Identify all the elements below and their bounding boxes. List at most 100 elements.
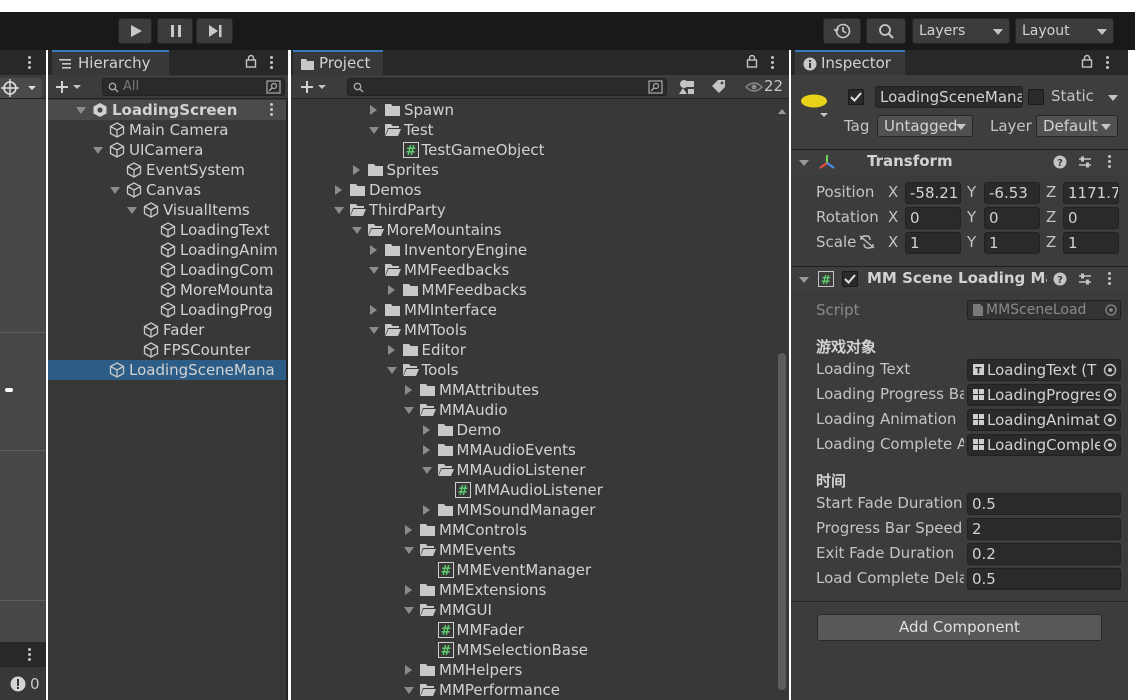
collapse-arrow-icon[interactable]: [404, 407, 414, 414]
hierarchy-row[interactable]: VisualItems: [48, 200, 288, 220]
filter-by-type-icon[interactable]: [679, 79, 695, 95]
object-picker-icon[interactable]: [1100, 435, 1120, 455]
hierarchy-row[interactable]: Canvas: [48, 180, 288, 200]
project-search-input[interactable]: [347, 78, 667, 96]
hierarchy-row[interactable]: LoadingScreen: [48, 100, 288, 120]
reference-field[interactable]: LoadingProgres: [967, 384, 1121, 406]
expand-arrow-icon[interactable]: [422, 425, 430, 435]
collapse-arrow-icon[interactable]: [404, 687, 414, 694]
project-folder-row[interactable]: MMAudio: [291, 400, 775, 420]
step-button[interactable]: [196, 18, 233, 44]
collapse-arrow-icon[interactable]: [351, 227, 362, 234]
create-button[interactable]: [54, 78, 90, 96]
reference-field[interactable]: LoadingComple: [967, 434, 1121, 456]
collapse-arrow-icon[interactable]: [369, 327, 379, 334]
project-folder-row[interactable]: MMAudioListener: [291, 460, 775, 480]
reference-field[interactable]: LoadingAnimat: [967, 409, 1121, 431]
play-button[interactable]: [118, 18, 152, 44]
expand-arrow-icon[interactable]: [405, 525, 412, 535]
project-folder-row[interactable]: Editor: [291, 340, 775, 360]
presets-icon[interactable]: [1078, 155, 1092, 169]
project-folder-row[interactable]: MMInterface: [291, 300, 775, 320]
project-folder-row[interactable]: MMFeedbacks: [291, 280, 775, 300]
chevron-down-icon[interactable]: [1107, 93, 1119, 103]
tab-project[interactable]: Project: [293, 50, 383, 75]
project-folder-row[interactable]: MMSoundManager: [291, 500, 775, 520]
expand-arrow-icon[interactable]: [370, 305, 377, 315]
object-picker-icon[interactable]: [1100, 385, 1120, 405]
more-options-icon[interactable]: [28, 56, 32, 71]
object-icon-picker[interactable]: [800, 93, 830, 117]
object-picker-icon[interactable]: [1100, 410, 1120, 430]
label-tag-icon[interactable]: [711, 79, 727, 95]
lock-icon[interactable]: [746, 54, 758, 68]
more-options-icon[interactable]: [270, 103, 274, 118]
scale-x-field[interactable]: 1: [905, 232, 961, 254]
hierarchy-row[interactable]: EventSystem: [48, 160, 288, 180]
project-script-row[interactable]: # MMSelectionBase: [291, 640, 775, 660]
project-folder-row[interactable]: InventoryEngine: [291, 240, 775, 260]
more-options-icon[interactable]: [1108, 272, 1112, 287]
create-button[interactable]: [299, 78, 335, 96]
scale-y-field[interactable]: 1: [984, 232, 1040, 254]
scene-search-icon[interactable]: [266, 80, 282, 94]
pause-button[interactable]: [157, 18, 193, 44]
component-enabled-checkbox[interactable]: [842, 271, 858, 287]
expand-arrow-icon[interactable]: [352, 165, 360, 175]
active-checkbox[interactable]: [848, 89, 864, 105]
project-folder-row[interactable]: MMAttributes: [291, 380, 775, 400]
project-folder-row[interactable]: MMEvents: [291, 540, 775, 560]
project-folder-row[interactable]: MMHelpers: [291, 660, 775, 680]
expand-arrow-icon[interactable]: [127, 207, 137, 214]
project-folder-row[interactable]: MMAudioEvents: [291, 440, 775, 460]
help-icon[interactable]: ?: [1053, 272, 1067, 286]
expand-arrow-icon[interactable]: [405, 665, 412, 675]
position-y-field[interactable]: -6.53: [984, 182, 1040, 204]
collapse-arrow-icon[interactable]: [334, 207, 344, 214]
expand-arrow-icon[interactable]: [422, 505, 430, 515]
collapse-arrow-icon[interactable]: [404, 547, 414, 554]
project-folder-row[interactable]: Spawn: [291, 100, 775, 120]
hierarchy-search-input[interactable]: All: [102, 78, 285, 96]
expand-arrow-icon[interactable]: [387, 345, 395, 355]
hierarchy-row[interactable]: LoadingCom: [48, 260, 288, 280]
collapse-arrow-icon[interactable]: [421, 467, 432, 474]
scale-z-field[interactable]: 1: [1063, 232, 1119, 254]
tab-hierarchy[interactable]: Hierarchy: [52, 50, 169, 75]
expand-arrow-icon[interactable]: [76, 107, 86, 114]
reference-field[interactable]: T LoadingText (T: [967, 359, 1121, 381]
add-component-button[interactable]: Add Component: [817, 614, 1102, 641]
collapse-arrow-icon[interactable]: [369, 267, 379, 274]
search-button[interactable]: [866, 18, 906, 44]
project-folder-row[interactable]: ThirdParty: [291, 200, 775, 220]
project-folder-row[interactable]: Test: [291, 120, 775, 140]
rotation-y-field[interactable]: 0: [984, 207, 1040, 229]
rotation-z-field[interactable]: 0: [1063, 207, 1119, 229]
position-z-field[interactable]: 1171.78: [1063, 182, 1119, 204]
hierarchy-row[interactable]: LoadingSceneMana: [48, 360, 288, 380]
help-icon[interactable]: ?: [1053, 155, 1067, 169]
expand-arrow-icon[interactable]: [405, 585, 412, 595]
expand-arrow-icon[interactable]: [370, 245, 377, 255]
tab-inspector[interactable]: Inspector: [795, 50, 905, 75]
gizmo-button[interactable]: [0, 78, 42, 98]
project-folder-row[interactable]: MoreMountains: [291, 220, 775, 240]
layout-dropdown[interactable]: Layout: [1015, 18, 1114, 44]
project-folder-row[interactable]: MMPerformance: [291, 680, 775, 700]
hierarchy-row[interactable]: UICamera: [48, 140, 288, 160]
hierarchy-row[interactable]: FPSCounter: [48, 340, 288, 360]
static-checkbox[interactable]: [1028, 89, 1044, 105]
scene-loading-header[interactable]: # MM Scene Loading Man ?: [791, 266, 1128, 291]
object-name-field[interactable]: LoadingSceneMana: [875, 86, 1023, 108]
expand-arrow-icon[interactable]: [335, 185, 342, 195]
more-options-icon[interactable]: [28, 648, 32, 663]
lock-icon[interactable]: [245, 54, 257, 68]
scene-view[interactable]: [0, 100, 46, 660]
hierarchy-row[interactable]: LoadingProg: [48, 300, 288, 320]
project-folder-row[interactable]: MMControls: [291, 520, 775, 540]
hidden-packages-toggle[interactable]: 22: [742, 77, 788, 97]
project-folder-row[interactable]: Demos: [291, 180, 775, 200]
transform-header[interactable]: Transform ?: [791, 149, 1128, 174]
expand-arrow-icon[interactable]: [93, 147, 103, 154]
constrain-proportions-icon[interactable]: [859, 235, 875, 249]
